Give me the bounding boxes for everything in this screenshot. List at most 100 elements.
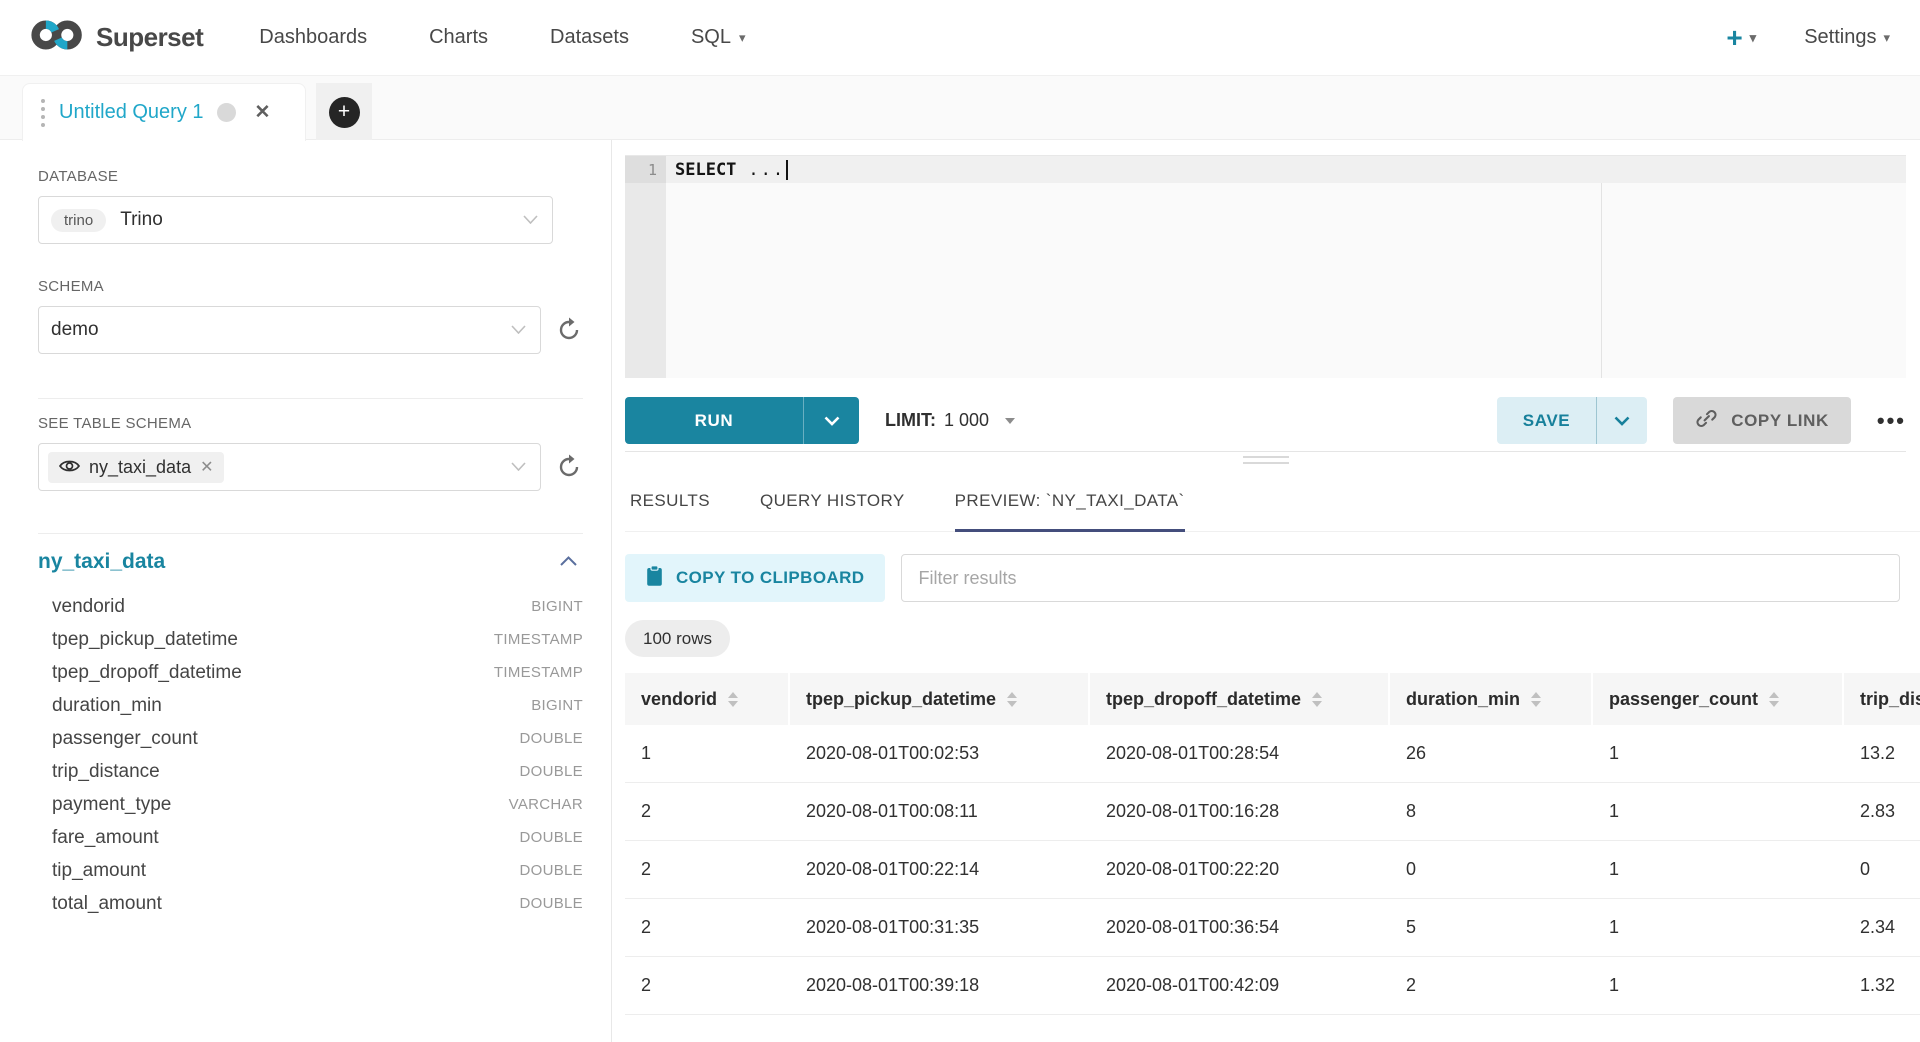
sql-editor[interactable]: 1 SELECT ... [625, 155, 1906, 378]
results-tab-preview[interactable]: PREVIEW: `NY_TAXI_DATA` [955, 470, 1185, 531]
results-table: vendoridtpep_pickup_datetimetpep_dropoff… [625, 673, 1920, 1015]
column-name: passenger_count [52, 728, 198, 750]
column-header-vendorid[interactable]: vendorid [625, 673, 790, 725]
remove-table-icon[interactable]: ✕ [200, 457, 213, 477]
query-tab-title: Untitled Query 1 [59, 101, 204, 124]
nav-item-charts[interactable]: Charts [429, 26, 488, 49]
table-cell: 2.34 [1844, 899, 1920, 956]
schema-label: SCHEMA [38, 278, 583, 295]
column-header-tpep_dropoff_datetime[interactable]: tpep_dropoff_datetime [1090, 673, 1390, 725]
table-cell: 2 [1390, 957, 1593, 1014]
run-options-button[interactable] [803, 397, 859, 444]
table-column-row: tpep_pickup_datetimeTIMESTAMP [38, 623, 583, 656]
table-cell: 13.2 [1844, 725, 1920, 782]
table-column-row: tpep_dropoff_datetimeTIMESTAMP [38, 656, 583, 689]
results-tabbar: RESULTS QUERY HISTORY PREVIEW: `NY_TAXI_DA… [625, 470, 1920, 532]
column-header-trip_distance[interactable]: trip_distance [1844, 673, 1920, 725]
column-name: tpep_dropoff_datetime [52, 662, 242, 684]
column-name: total_amount [52, 893, 162, 915]
close-icon[interactable]: ✕ [255, 101, 271, 124]
nav-item-sql[interactable]: SQL▾ [691, 26, 746, 49]
table-cell: 1 [1593, 725, 1844, 782]
add-tab-button[interactable]: + [329, 97, 360, 128]
chevron-down-icon [511, 458, 526, 476]
table-cell: 2020-08-01T00:16:28 [1090, 783, 1390, 840]
table-cell: 2 [625, 899, 790, 956]
sort-icon [1769, 692, 1779, 707]
add-tab-area: + [316, 83, 372, 141]
more-options-button[interactable]: ••• [1877, 408, 1906, 434]
sort-icon [1007, 692, 1017, 707]
table-cell: 2020-08-01T00:31:35 [790, 899, 1090, 956]
table-cell: 2 [625, 957, 790, 1014]
results-table-header-row: vendoridtpep_pickup_datetimetpep_dropoff… [625, 673, 1920, 725]
clipboard-icon [646, 565, 663, 592]
caret-down-icon: ▾ [1883, 30, 1890, 46]
copy-link-button[interactable]: COPY LINK [1673, 397, 1851, 444]
divider [38, 533, 583, 534]
table-tag: ny_taxi_data ✕ [48, 452, 224, 483]
limit-dropdown[interactable]: LIMIT: 1 000 [885, 410, 1015, 431]
unsaved-indicator [217, 103, 236, 122]
nav-item-dashboards[interactable]: Dashboards [259, 26, 367, 49]
pane-resize-handle[interactable] [1243, 456, 1289, 468]
table-cell: 2020-08-01T00:02:53 [790, 725, 1090, 782]
results-tab-results[interactable]: RESULTS [630, 470, 710, 531]
table-row: 22020-08-01T00:22:142020-08-01T00:22:200… [625, 841, 1920, 899]
settings-menu[interactable]: Settings ▾ [1804, 26, 1890, 49]
collapse-chevron-up-icon[interactable] [560, 553, 577, 571]
top-navbar: Superset Dashboards Charts Datasets SQL▾ + … [0, 0, 1920, 76]
table-cell: 2020-08-01T00:22:14 [790, 841, 1090, 898]
table-row: 22020-08-01T00:39:182020-08-01T00:42:092… [625, 957, 1920, 1015]
table-column-row: payment_type VARCHAR [38, 788, 583, 821]
query-tabbar: Untitled Query 1 ✕ + [0, 76, 1920, 140]
line-number: 1 [625, 156, 666, 183]
column-name: payment_type [52, 794, 171, 816]
filter-results-input[interactable] [901, 554, 1900, 602]
query-tab[interactable]: Untitled Query 1 ✕ [22, 83, 306, 141]
table-cell: 2020-08-01T00:39:18 [790, 957, 1090, 1014]
run-button[interactable]: RUN [625, 397, 859, 444]
column-type: DOUBLE [520, 763, 584, 780]
column-header-duration_min[interactable]: duration_min [1390, 673, 1593, 725]
link-icon [1695, 407, 1718, 435]
copy-to-clipboard-button[interactable]: COPY TO CLIPBOARD [625, 554, 885, 602]
column-type: TIMESTAMP [494, 631, 583, 648]
table-cell: 0 [1390, 841, 1593, 898]
new-item-button[interactable]: + ▾ [1726, 24, 1756, 52]
table-schema-select[interactable]: ny_taxi_data ✕ [38, 443, 541, 491]
table-column-row: duration_minBIGINT [38, 689, 583, 722]
table-column-row: total_amountDOUBLE [38, 887, 583, 920]
refresh-schema-icon[interactable] [555, 316, 583, 344]
column-name: vendorid [52, 596, 125, 618]
schema-select[interactable]: demo [38, 306, 541, 354]
table-column-row: passenger_count DOUBLE [38, 722, 583, 755]
superset-brand[interactable]: Superset [30, 17, 203, 58]
results-tab-query-history[interactable]: QUERY HISTORY [760, 470, 905, 531]
table-column-row: fare_amountDOUBLE [38, 821, 583, 854]
caret-down-icon: ▾ [1750, 31, 1757, 44]
column-header-tpep_pickup_datetime[interactable]: tpep_pickup_datetime [790, 673, 1090, 725]
table-cell: 0 [1844, 841, 1920, 898]
table-cell: 2020-08-01T00:36:54 [1090, 899, 1390, 956]
refresh-table-icon[interactable] [555, 453, 583, 481]
sort-icon [728, 692, 738, 707]
drag-handle-icon[interactable] [41, 99, 46, 127]
table-row: 22020-08-01T00:08:112020-08-01T00:16:288… [625, 783, 1920, 841]
database-select[interactable]: trino Trino [38, 196, 553, 244]
column-type: VARCHAR [509, 796, 583, 813]
table-row: 12020-08-01T00:02:532020-08-01T00:28:542… [625, 725, 1920, 783]
column-type: DOUBLE [520, 730, 584, 747]
row-count-badge: 100 rows [625, 620, 730, 657]
save-options-button[interactable] [1597, 397, 1647, 444]
nav-item-datasets[interactable]: Datasets [550, 26, 629, 49]
column-header-passenger_count[interactable]: passenger_count [1593, 673, 1844, 725]
chevron-down-icon [511, 321, 526, 339]
table-cell: 2020-08-01T00:08:11 [790, 783, 1090, 840]
divider [38, 398, 583, 399]
save-button[interactable]: SAVE [1497, 397, 1647, 444]
table-cell: 2 [625, 841, 790, 898]
sort-icon [1531, 692, 1541, 707]
caret-down-icon: ▾ [739, 30, 746, 46]
table-column-row: tip_amountDOUBLE [38, 854, 583, 887]
